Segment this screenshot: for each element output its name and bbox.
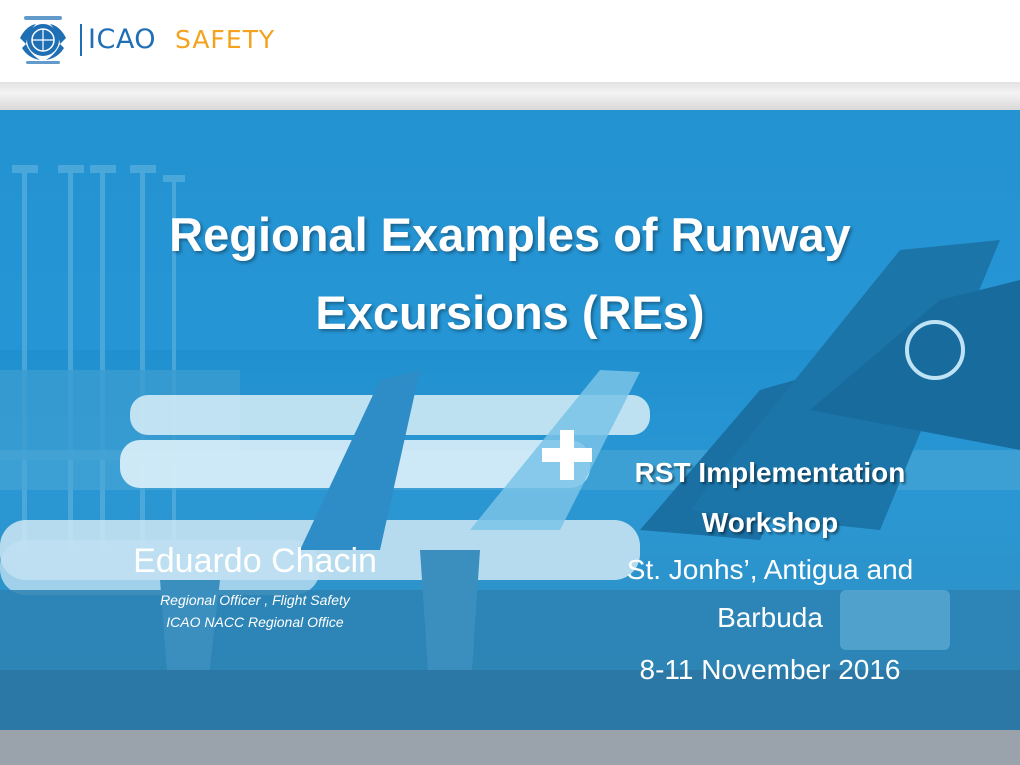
title-line-2: Excursions (REs) [315,286,705,339]
slide-title: Regional Examples of Runway Excursions (… [100,196,920,352]
workshop-name: RST Implementation Workshop [560,448,980,548]
presenter-office: ICAO NACC Regional Office [166,614,344,630]
event-location: St. Jonhs’, Antigua and Barbuda [560,546,980,642]
presenter-role: Regional Officer , Flight Safety [160,592,350,608]
header-bar: ICAO SAFETY [0,0,1020,82]
location-line-1: St. Jonhs’, Antigua and [626,554,914,585]
workshop-line-2: Workshop [701,507,839,538]
icao-emblem-icon [20,16,66,64]
footer-strip [0,730,1020,765]
presenter-name: Eduardo Chacin [133,542,377,580]
workshop-line-1: RST Implementation [634,457,906,488]
title-line-1: Regional Examples of Runway [169,208,851,261]
event-dates: 8-11 November 2016 [639,654,901,685]
safety-logo-text: SAFETY [175,25,276,54]
logo-divider [80,24,82,56]
location-line-2: Barbuda [717,602,823,633]
header-divider-strip [0,82,1020,110]
icao-logo-text: ICAO [88,24,157,55]
